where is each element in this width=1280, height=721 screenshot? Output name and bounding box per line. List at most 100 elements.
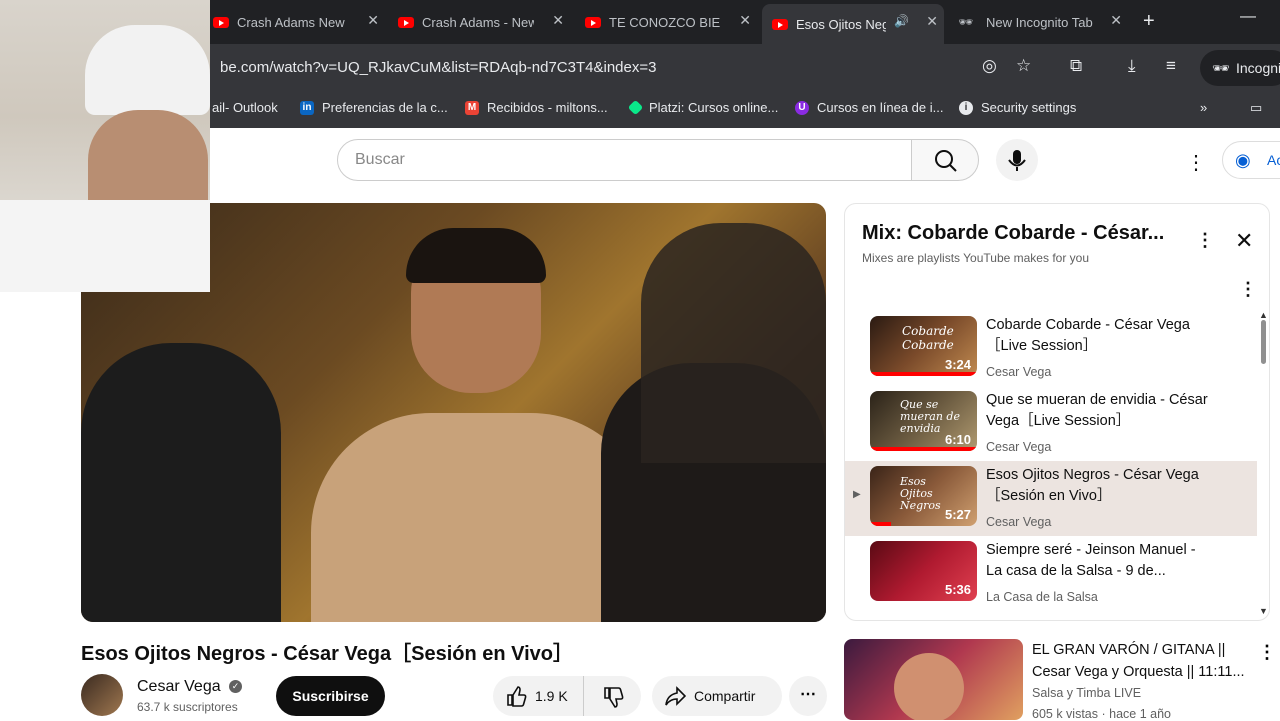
playlist-panel: Mix: Cobarde Cobarde - César... Mixes ar… bbox=[844, 203, 1270, 621]
more-actions-button[interactable]: ⋯ bbox=[789, 676, 827, 716]
new-tab-button[interactable]: + bbox=[1143, 10, 1155, 33]
bookmark-gmail[interactable]: M Recibidos - miltons... bbox=[465, 100, 608, 115]
duration-badge: 3:24 bbox=[944, 357, 971, 372]
minimize-button[interactable]: — bbox=[1240, 8, 1256, 26]
video-thumbnail[interactable]: Que se mueran de envidia 6:10 bbox=[870, 391, 977, 451]
search-button[interactable] bbox=[911, 139, 979, 181]
playlist-item-channel: Cesar Vega bbox=[986, 515, 1052, 529]
close-icon[interactable]: ✕ bbox=[739, 12, 751, 29]
courses-icon: U bbox=[795, 100, 809, 115]
youtube-icon bbox=[213, 16, 229, 28]
url-field[interactable]: be.com/watch?v=UQ_RJkavCuM&list=RDAqb-nd… bbox=[210, 50, 1070, 86]
video-title: Esos Ojitos Negros - César Vega［Sesión e… bbox=[81, 643, 574, 665]
lens-icon[interactable]: ⧉ bbox=[1070, 56, 1082, 76]
like-button[interactable]: 1.9 K bbox=[493, 676, 583, 716]
video-thumbnail[interactable]: Esos Ojitos Negros 5:27 bbox=[870, 466, 977, 526]
thumb-text: Que se mueran de envidia bbox=[900, 398, 960, 435]
scroll-up-icon[interactable]: ▲ bbox=[1259, 310, 1268, 320]
browser-tab[interactable]: 🕶 New Incognito Tab ✕ bbox=[950, 8, 1128, 36]
channel-avatar[interactable] bbox=[81, 674, 123, 716]
download-icon[interactable]: ⤓ bbox=[1128, 56, 1136, 76]
tab-title: TE CONOZCO BIEN bbox=[609, 14, 721, 30]
recommended-title: EL GRAN VARÓN / GITANA || Cesar Vega y O… bbox=[1032, 642, 1245, 680]
verified-icon: ✓ bbox=[229, 680, 242, 693]
duration-badge: 6:10 bbox=[944, 432, 971, 447]
bookmark-security[interactable]: i Security settings bbox=[959, 100, 1076, 115]
search-input[interactable]: Buscar bbox=[337, 139, 912, 181]
info-icon: i bbox=[959, 100, 973, 115]
close-icon[interactable]: ✕ bbox=[1110, 12, 1122, 29]
playlist-item[interactable]: Que se mueran de envidia 6:10 Que se mue… bbox=[845, 386, 1257, 461]
voice-search-button[interactable] bbox=[996, 139, 1038, 181]
sign-in-button[interactable]: ◉ Ac bbox=[1222, 141, 1280, 179]
bookmark-label: Preferencias de la c... bbox=[322, 100, 448, 115]
account-icon: ◉ bbox=[1235, 150, 1251, 170]
more-options-icon[interactable]: ⋮ bbox=[1258, 642, 1276, 663]
thumbs-up-icon bbox=[507, 686, 527, 707]
bookmark-platzi[interactable]: Platzi: Cursos online... bbox=[627, 99, 778, 116]
bookmark-courses[interactable]: U Cursos en línea de i... bbox=[795, 100, 943, 115]
close-icon[interactable]: ✕ bbox=[926, 13, 938, 30]
playlist-item-active[interactable]: ▶ Esos Ojitos Negros 5:27 Esos Ojitos Ne… bbox=[845, 461, 1257, 536]
recommended-video[interactable]: EL GRAN VARÓN / GITANA || Cesar Vega y O… bbox=[844, 639, 1280, 721]
playlist-menu-icon[interactable]: ⋮ bbox=[1196, 230, 1214, 251]
duration-badge: 5:36 bbox=[944, 582, 971, 597]
incognito-badge[interactable]: 🕶 Incogni bbox=[1200, 50, 1280, 86]
subscriber-count: 63.7 k suscriptores bbox=[137, 700, 238, 714]
youtube-icon bbox=[398, 16, 414, 28]
star-icon[interactable]: ☆ bbox=[1016, 56, 1031, 76]
browser-tab[interactable]: TE CONOZCO BIEN ✕ bbox=[577, 8, 757, 36]
bookmark-linkedin[interactable]: in Preferencias de la c... bbox=[300, 100, 448, 115]
playlist-item[interactable]: Cobarde Cobarde 3:24 Cobarde Cobarde - C… bbox=[845, 311, 1257, 386]
browser-tab[interactable]: Crash Adams New ✕ bbox=[205, 8, 385, 36]
watch-progress bbox=[870, 447, 977, 451]
bookmark-label: ail- Outlook bbox=[212, 100, 278, 115]
share-button[interactable]: Compartir bbox=[652, 676, 782, 716]
subscribe-button[interactable]: Suscribirse bbox=[276, 676, 385, 716]
settings-menu-icon[interactable]: ⋮ bbox=[1186, 150, 1206, 175]
playlist-title[interactable]: Mix: Cobarde Cobarde - César... bbox=[862, 222, 1164, 245]
close-icon[interactable]: ✕ bbox=[552, 12, 564, 29]
scroll-down-icon[interactable]: ▼ bbox=[1259, 606, 1268, 616]
playlist-item[interactable]: 5:36 Siempre seré - Jeinson Manuel - La … bbox=[845, 536, 1257, 611]
playlist-scrollbar[interactable] bbox=[1261, 320, 1266, 364]
tab-title: New Incognito Tab bbox=[986, 14, 1093, 30]
playlist-item-channel: Cesar Vega bbox=[986, 440, 1052, 454]
folder-icon[interactable]: ▭ bbox=[1250, 100, 1262, 116]
speaker-icon[interactable]: 🔊 bbox=[894, 14, 909, 28]
bookmarks-overflow-icon[interactable]: » bbox=[1200, 100, 1207, 115]
watch-progress bbox=[870, 522, 892, 526]
playlist-options-icon[interactable]: ⋮ bbox=[1239, 279, 1257, 300]
recommended-meta: 605 k vistas · hace 1 año bbox=[1032, 707, 1171, 721]
bookmark-label: Recibidos - miltons... bbox=[487, 100, 608, 115]
reading-list-icon[interactable]: ≡ bbox=[1166, 56, 1176, 76]
gmail-icon: M bbox=[465, 100, 479, 115]
tab-title: Esos Ojitos Neg bbox=[796, 16, 886, 32]
channel-name[interactable]: Cesar Vega bbox=[137, 678, 221, 696]
like-dislike-bar: 1.9 K bbox=[493, 676, 641, 716]
linkedin-icon: in bbox=[300, 100, 314, 115]
eye-slash-icon[interactable]: ◎ bbox=[982, 56, 997, 76]
close-icon[interactable]: ✕ bbox=[1235, 228, 1253, 254]
bookmark-label: Security settings bbox=[981, 100, 1077, 115]
browser-tab[interactable]: Crash Adams - New ✕ bbox=[390, 8, 570, 36]
share-label: Compartir bbox=[694, 688, 756, 704]
video-thumbnail[interactable] bbox=[844, 639, 1023, 720]
video-thumbnail[interactable]: 5:36 bbox=[870, 541, 977, 601]
tab-title: Crash Adams New bbox=[237, 14, 345, 30]
platzi-icon bbox=[627, 99, 644, 116]
close-icon[interactable]: ✕ bbox=[367, 12, 379, 29]
microphone-icon bbox=[1008, 150, 1026, 171]
webcam-overlay bbox=[0, 0, 210, 292]
playlist-item-title: Siempre seré - Jeinson Manuel - La casa … bbox=[986, 542, 1196, 579]
bookmark-outlook[interactable]: ail- Outlook bbox=[212, 100, 278, 115]
dislike-button[interactable] bbox=[583, 676, 641, 716]
browser-tab-active[interactable]: Esos Ojitos Neg 🔊 ✕ bbox=[762, 4, 944, 44]
playlist-subtitle: Mixes are playlists YouTube makes for yo… bbox=[862, 251, 1089, 265]
singer-hair bbox=[406, 228, 546, 283]
like-count: 1.9 K bbox=[535, 688, 568, 704]
video-thumbnail[interactable]: Cobarde Cobarde 3:24 bbox=[870, 316, 977, 376]
sign-in-label: Ac bbox=[1267, 152, 1280, 168]
share-icon bbox=[665, 686, 686, 706]
singer-shirt bbox=[311, 413, 651, 622]
